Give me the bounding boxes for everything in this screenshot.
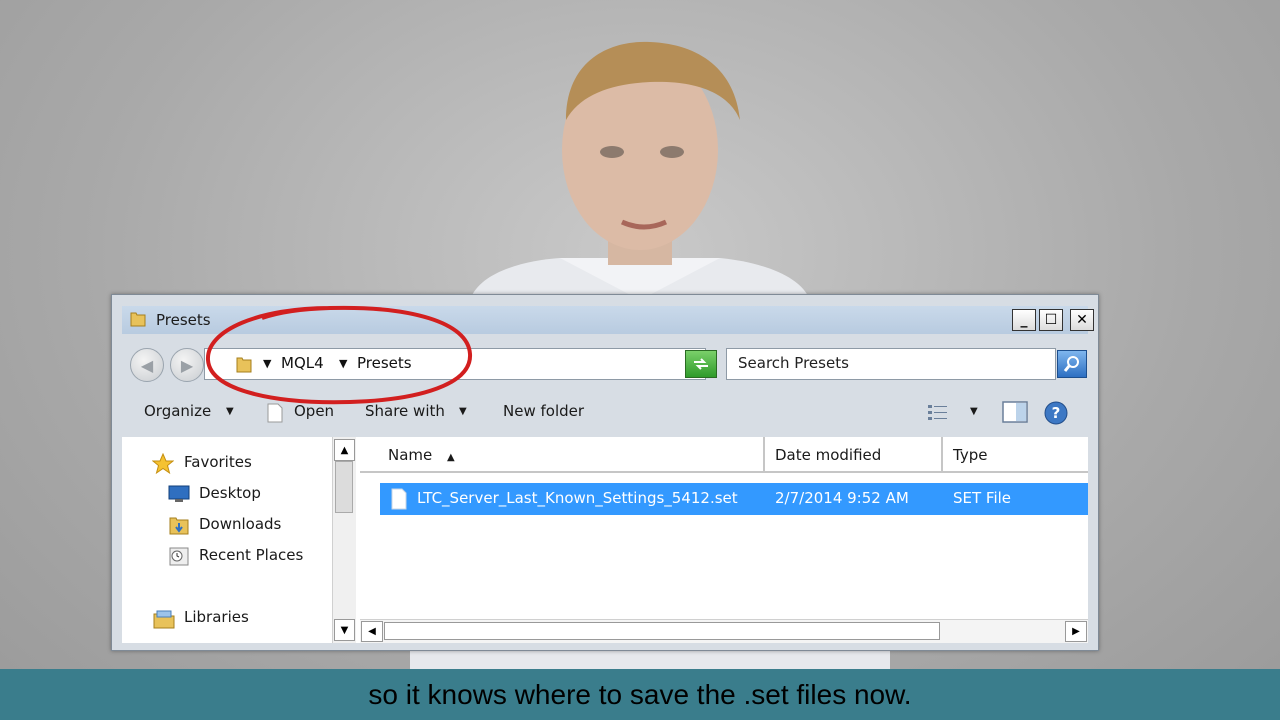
open-button[interactable]: Open — [294, 402, 334, 420]
command-bar: Organize ▼ Open Share with ▼ New folder … — [122, 393, 1088, 433]
file-list-horizontal-scrollbar[interactable]: ◀ ▶ — [360, 619, 1088, 643]
video-caption: so it knows where to save the .set files… — [368, 679, 912, 710]
column-header-name[interactable]: Name ▲ — [360, 437, 765, 473]
date-modified-cell: 2/7/2014 9:52 AM — [775, 489, 909, 507]
new-folder-button[interactable]: New folder — [503, 402, 584, 420]
set-file-icon — [391, 488, 407, 510]
chevron-left-icon: ◀ — [368, 626, 376, 637]
back-arrow-icon: ◀ — [140, 355, 154, 375]
column-header-type[interactable]: Type — [943, 437, 1088, 473]
window-title: Presets — [156, 311, 211, 329]
search-input[interactable]: Search Presets — [726, 348, 1056, 380]
recent-places-icon — [169, 547, 189, 566]
column-header-date-modified[interactable]: Date modified — [765, 437, 943, 473]
maximize-button[interactable]: ☐ — [1039, 309, 1063, 331]
downloads-folder-icon — [169, 517, 189, 535]
libraries-icon — [153, 610, 175, 629]
breadcrumb-presets[interactable]: Presets — [357, 354, 412, 372]
content-area: Favorites Desktop Downloads Recent Place… — [122, 437, 1088, 643]
chevron-down-icon[interactable]: ▼ — [459, 406, 467, 417]
sort-ascending-icon: ▲ — [447, 452, 455, 463]
chevron-down-icon[interactable]: ▼ — [339, 357, 347, 370]
nav-item-libraries[interactable]: Libraries — [184, 608, 249, 626]
refresh-icon — [694, 358, 708, 370]
scroll-up-button[interactable]: ▲ — [334, 439, 355, 461]
column-header-label: Type — [953, 446, 988, 464]
breadcrumb-mql4[interactable]: MQL4 — [281, 354, 324, 372]
desktop-icon — [168, 485, 190, 502]
navigation-pane-scrollbar[interactable]: ▲ ▼ — [332, 437, 356, 643]
organize-button[interactable]: Organize — [144, 402, 211, 420]
folder-icon — [236, 357, 252, 373]
column-header-label: Name — [388, 446, 433, 464]
back-button[interactable]: ◀ — [130, 348, 164, 382]
maximize-icon: ☐ — [1044, 312, 1058, 328]
scroll-thumb[interactable] — [335, 461, 353, 513]
search-icon — [1063, 356, 1079, 372]
share-with-button[interactable]: Share with — [365, 402, 445, 420]
refresh-button[interactable] — [685, 350, 717, 378]
preview-pane-icon[interactable] — [1002, 401, 1028, 423]
table-row[interactable]: LTC_Server_Last_Known_Settings_5412.set … — [380, 483, 1088, 515]
nav-item-downloads[interactable]: Downloads — [199, 515, 281, 533]
address-bar[interactable]: ▼ MQL4 ▼ Presets ▼ — [204, 348, 706, 380]
address-bar-row: ◀ ▶ ▼ MQL4 ▼ Presets ▼ Search Presets — [122, 344, 1088, 384]
chevron-down-icon[interactable]: ▼ — [226, 406, 234, 417]
file-name-cell: LTC_Server_Last_Known_Settings_5412.set — [417, 489, 738, 507]
forward-button[interactable]: ▶ — [170, 348, 204, 382]
scroll-right-button[interactable]: ▶ — [1065, 621, 1087, 642]
header-divider — [360, 471, 1088, 473]
minimize-button[interactable]: _ — [1012, 309, 1036, 331]
chevron-down-icon[interactable]: ▼ — [263, 357, 271, 370]
chevron-right-icon: ▶ — [1072, 626, 1080, 637]
forward-arrow-icon: ▶ — [180, 355, 194, 375]
minimize-icon: _ — [1020, 312, 1028, 328]
nav-item-favorites[interactable]: Favorites — [184, 453, 252, 471]
file-list: Name ▲ Date modified Type LTC_Server_Las… — [360, 437, 1088, 643]
close-button[interactable]: ✕ — [1070, 309, 1094, 331]
chevron-up-icon: ▲ — [340, 444, 349, 456]
view-options-icon[interactable] — [927, 403, 949, 421]
scroll-down-button[interactable]: ▼ — [334, 619, 355, 641]
close-icon: ✕ — [1076, 312, 1088, 328]
help-icon[interactable]: ? — [1043, 400, 1069, 426]
nav-item-desktop[interactable]: Desktop — [199, 484, 261, 502]
type-cell: SET File — [953, 489, 1012, 507]
star-icon — [152, 453, 174, 475]
column-header-label: Date modified — [775, 446, 882, 464]
file-icon — [267, 403, 283, 423]
search-button[interactable] — [1057, 350, 1087, 378]
scroll-thumb[interactable] — [384, 622, 940, 640]
navigation-pane: Favorites Desktop Downloads Recent Place… — [122, 437, 332, 643]
title-bar[interactable]: Presets _ ☐ ✕ — [122, 306, 1094, 334]
nav-item-recent-places[interactable]: Recent Places — [199, 546, 303, 564]
chevron-down-icon[interactable]: ▼ — [970, 406, 978, 417]
folder-icon — [130, 312, 146, 327]
chevron-down-icon: ▼ — [340, 624, 349, 636]
svg-text:?: ? — [1052, 404, 1061, 422]
explorer-window: Presets _ ☐ ✕ ◀ ▶ ▼ MQL4 ▼ Presets ▼ Sea… — [111, 294, 1099, 651]
scroll-left-button[interactable]: ◀ — [361, 621, 383, 642]
caption-band: so it knows where to save the .set files… — [0, 669, 1280, 720]
